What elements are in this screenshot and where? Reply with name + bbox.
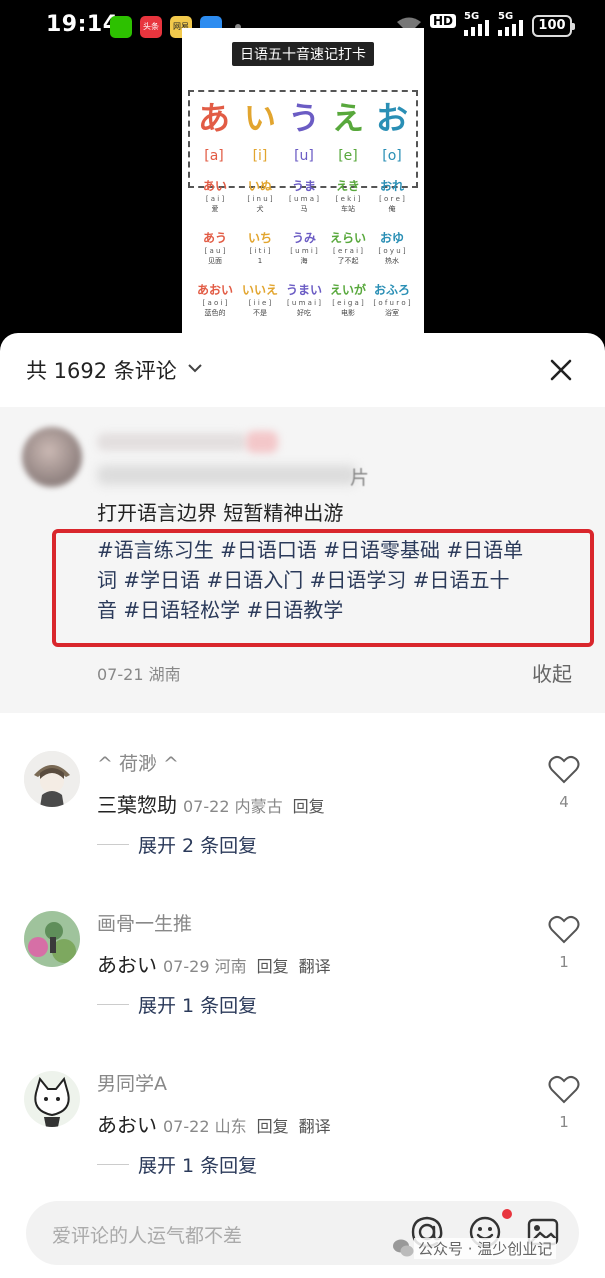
like-count: 1 xyxy=(559,1113,569,1131)
word-card: いいえ[ i i e ] 不是 xyxy=(241,283,278,317)
vowel-a: あ [a] xyxy=(197,99,230,164)
avatar[interactable] xyxy=(24,751,80,807)
video-thumbnail[interactable]: 日语五十音速记打卡 あ [a] い [i] う [u] え [e] お [o] あい[ a… xyxy=(182,28,424,333)
translate-button[interactable]: 翻译 xyxy=(299,1117,331,1136)
reply-button[interactable]: 回复 xyxy=(257,957,289,976)
word-card: えき[ e k i ] 车站 xyxy=(335,179,361,213)
video-title: 日语五十音速记打卡 xyxy=(232,42,374,66)
comment-meta: 07-29 河南 xyxy=(163,957,247,976)
word-card: おふろ[ o f u r o ] 浴室 xyxy=(373,283,411,317)
translate-button[interactable]: 翻译 xyxy=(299,957,331,976)
word-card: いぬ[ i n u ] 犬 xyxy=(247,179,273,213)
comment-sheet: 共 1692 条评论 片 打开语言边界 短暂精神出游 #语言练习生 #日语口语 … xyxy=(0,333,605,1278)
divider xyxy=(97,844,129,845)
blurred-username xyxy=(97,433,247,451)
reply-button[interactable]: 回复 xyxy=(293,797,325,816)
comment-author[interactable]: 男同学A xyxy=(97,1069,167,1096)
collapse-button[interactable]: 收起 xyxy=(532,658,572,687)
comment-item: 画骨一生推 あおい 07-29 河南 回复 翻译 1 展开 1 条回复 xyxy=(0,891,605,1051)
hashtags-line-3[interactable]: 音 #日语轻松学 #日语教学 xyxy=(97,595,581,625)
comment-body: 三葉惣助 07-22 内蒙古 回复 xyxy=(97,789,325,818)
signal-2-icon xyxy=(498,20,523,36)
word-card: いち[ i t i ] 1 xyxy=(247,231,272,265)
post-meta: 07-21 湖南 xyxy=(97,665,181,684)
partial-text: 片 xyxy=(350,467,370,489)
comment-meta: 07-22 山东 xyxy=(163,1117,247,1136)
hashtags[interactable]: #语言练习生 #日语口语 #日语零基础 #日语单 词 #学日语 #日语入门 #日… xyxy=(97,535,581,625)
status-time: 19:14 xyxy=(46,12,119,37)
word-card: あう[ a u ] 见面 xyxy=(202,231,227,265)
comment-text: 三葉惣助 xyxy=(97,793,177,817)
vowel-o: お [o] xyxy=(375,99,408,164)
expand-replies-button[interactable]: 展开 2 条回复 xyxy=(138,831,257,858)
comment-input-bar: 爱评论的人运气都不差 xyxy=(0,1183,605,1278)
notification-dot-icon xyxy=(502,1209,512,1219)
hashtags-line-2[interactable]: 词 #学日语 #日语入门 #日语学习 #日语五十 xyxy=(97,565,581,595)
heart-icon[interactable] xyxy=(548,1075,580,1105)
divider xyxy=(97,1004,129,1005)
blurred-text xyxy=(97,465,357,485)
comment-author[interactable]: 画骨一生推 xyxy=(97,909,192,936)
word-card: うま[ u m a ] 马 xyxy=(289,179,319,213)
expand-replies-button[interactable]: 展开 1 条回复 xyxy=(138,1151,257,1178)
comment-text: あおい xyxy=(97,1113,157,1137)
word-card: えらい[ e r a i ] 了不起 xyxy=(329,231,366,265)
comment-count[interactable]: 共 1692 条评论 xyxy=(26,355,177,385)
comment-body: あおい 07-22 山东 回复 翻译 xyxy=(97,1109,331,1138)
word-card: おゆ[ o y u ] 热水 xyxy=(378,231,406,265)
vowel-i: い [i] xyxy=(243,99,276,164)
sheet-header: 共 1692 条评论 xyxy=(0,333,605,407)
word-card: あい[ a i ] 爱 xyxy=(202,179,227,213)
divider xyxy=(97,1164,129,1165)
comment-meta: 07-22 内蒙古 xyxy=(183,797,283,816)
battery-icon: 100 xyxy=(532,15,575,37)
word-card: えいが[ e i g a ] 电影 xyxy=(329,283,366,317)
avatar[interactable] xyxy=(22,427,82,487)
heart-icon[interactable] xyxy=(548,755,580,785)
comment-item: ^ 荷渺 ^ 三葉惣助 07-22 内蒙古 回复 4 展开 2 条回复 xyxy=(0,731,605,891)
hashtags-line-1[interactable]: #语言练习生 #日语口语 #日语零基础 #日语单 xyxy=(97,535,581,565)
watermark: 公众号 · 温少创业记 xyxy=(414,1238,557,1259)
vowel-e: え [e] xyxy=(331,99,364,164)
comment-text: あおい xyxy=(97,953,157,977)
wechat-icon xyxy=(393,1239,414,1257)
post-text: 打开语言边界 短暂精神出游 xyxy=(97,501,344,525)
vowel-row: あ [a] い [i] う [u] え [e] お [o] xyxy=(188,90,418,188)
expand-replies-button[interactable]: 展开 1 条回复 xyxy=(138,991,257,1018)
expanded-post: 片 打开语言边界 短暂精神出游 #语言练习生 #日语口语 #日语零基础 #日语单… xyxy=(0,407,605,713)
comment-body: あおい 07-29 河南 回复 翻译 xyxy=(97,949,331,978)
heart-icon[interactable] xyxy=(548,915,580,945)
comment-author[interactable]: ^ 荷渺 ^ xyxy=(97,749,179,776)
like-count: 4 xyxy=(559,793,569,811)
wechat-icon xyxy=(110,16,132,38)
word-card: あおい[ a o i ] 蓝色的 xyxy=(196,283,233,317)
word-card: おれ[ o r e ] 俺 xyxy=(379,179,405,213)
signal-1-icon xyxy=(464,20,489,36)
hd-indicator: HD xyxy=(430,14,457,28)
chevron-down-icon[interactable] xyxy=(186,359,204,377)
input-placeholder: 爱评论的人运气都不差 xyxy=(52,1225,243,1247)
avatar[interactable] xyxy=(24,911,80,967)
word-card: うまい[ u m a i ] 好吃 xyxy=(285,283,322,317)
vowel-u: う [u] xyxy=(287,99,320,164)
blurred-badge xyxy=(246,431,278,453)
toutiao-icon: 头条 xyxy=(140,16,162,38)
avatar[interactable] xyxy=(24,1071,80,1127)
close-icon[interactable] xyxy=(546,355,576,385)
reply-button[interactable]: 回复 xyxy=(257,1117,289,1136)
word-card: うみ[ u m i ] 海 xyxy=(290,231,318,265)
like-count: 1 xyxy=(559,953,569,971)
